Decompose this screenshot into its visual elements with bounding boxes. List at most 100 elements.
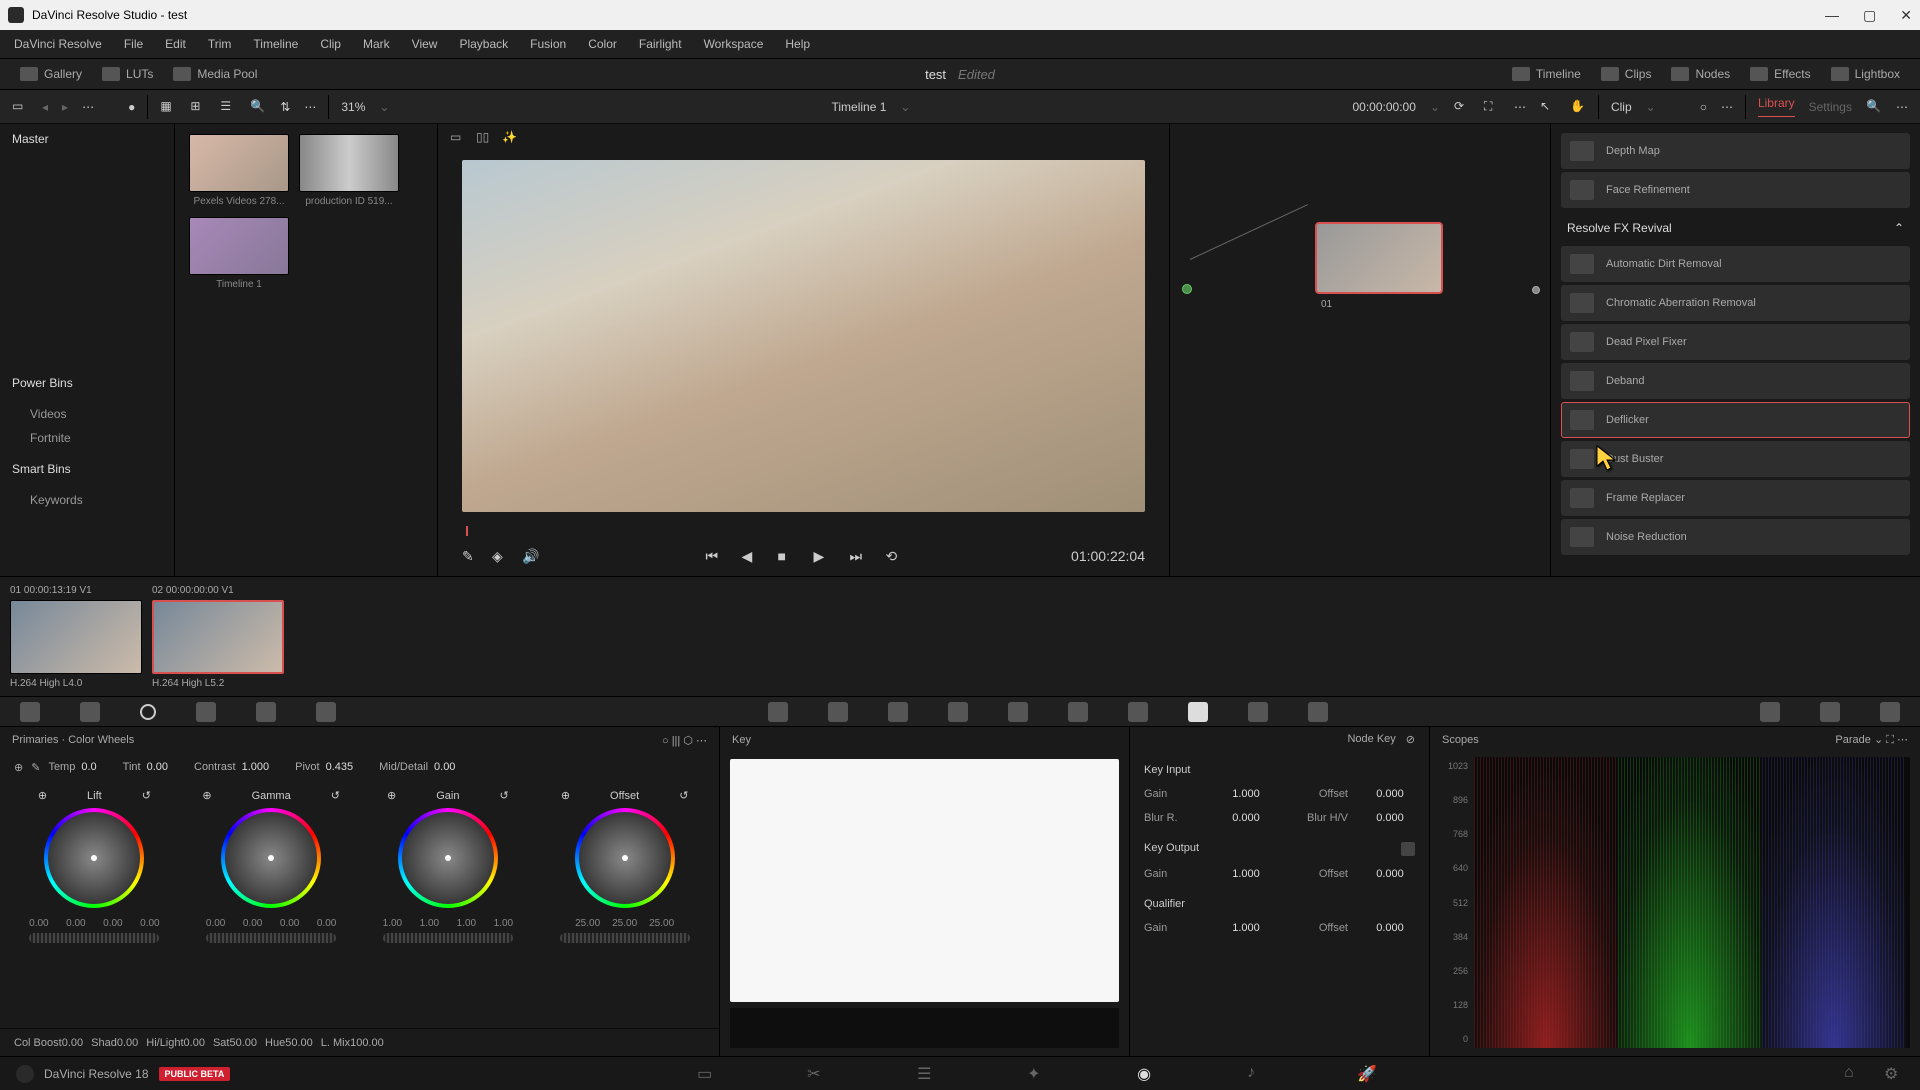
motion-icon[interactable] [316, 702, 336, 722]
sync-icon[interactable]: ⟳ [1454, 99, 1470, 115]
pick-icon[interactable]: ⊕ [387, 789, 396, 802]
scrubber[interactable] [462, 520, 1145, 536]
pick-icon[interactable]: ⊕ [202, 789, 211, 802]
fx-item[interactable]: Automatic Dirt Removal [1561, 246, 1910, 282]
yrgb-value[interactable]: 1.00 [450, 918, 482, 929]
menu-item[interactable]: Trim [208, 37, 232, 51]
expand-icon[interactable]: ⛶ [1886, 734, 1894, 746]
mute-icon[interactable]: 🔊 [522, 548, 538, 564]
wand-icon[interactable]: ✨ [502, 130, 518, 146]
input-node[interactable] [1182, 284, 1192, 294]
fusion-page-icon[interactable]: ✦ [1027, 1064, 1047, 1084]
yrgb-value[interactable]: 1.00 [413, 918, 445, 929]
rgb-mixer-icon[interactable] [256, 702, 276, 722]
menu-item[interactable]: Playback [459, 37, 508, 51]
fx-item[interactable]: Deband [1561, 363, 1910, 399]
magic-mask-icon[interactable] [1068, 702, 1088, 722]
options-icon[interactable]: ⋯ [1721, 100, 1733, 114]
adj-value[interactable]: 0.00 [184, 1037, 205, 1049]
thumb-view-icon[interactable]: ▦ [160, 99, 176, 115]
timeline-button[interactable]: Timeline [1502, 63, 1591, 85]
menu-item[interactable]: View [412, 37, 438, 51]
split-icon[interactable]: ▯▯ [476, 130, 492, 146]
prev-frame-button[interactable]: ◀ [742, 548, 758, 564]
gallery-button[interactable]: Gallery [10, 63, 92, 85]
fx-item[interactable]: Chromatic Aberration Removal [1561, 285, 1910, 321]
color-page-icon[interactable]: ◉ [1137, 1064, 1157, 1084]
reset-icon[interactable]: ↺ [500, 789, 509, 802]
menu-item[interactable]: Timeline [253, 37, 298, 51]
library-tab[interactable]: Library [1758, 96, 1795, 117]
bars-mode-icon[interactable]: ||| [672, 735, 681, 747]
jog-wheel[interactable] [206, 933, 336, 943]
adj-value[interactable]: 50.00 [229, 1037, 257, 1049]
fx-item[interactable]: Dead Pixel Fixer [1561, 324, 1910, 360]
curves-icon[interactable] [768, 702, 788, 722]
menu-item[interactable]: Edit [165, 37, 186, 51]
media-thumb[interactable]: production ID 519... [299, 134, 399, 207]
adj-value[interactable]: 0.00 [147, 761, 168, 773]
yrgb-value[interactable]: 0.00 [200, 918, 232, 929]
adj-value[interactable]: 0.435 [326, 761, 354, 773]
bin-item[interactable]: Fortnite [0, 426, 174, 450]
tracking-icon[interactable] [1008, 702, 1028, 722]
reset-icon[interactable]: ↺ [331, 789, 340, 802]
settings-icon[interactable]: ⚙ [1884, 1064, 1904, 1084]
maximize-button[interactable]: ▢ [1863, 7, 1876, 24]
3d-icon[interactable] [1308, 702, 1328, 722]
jog-wheel[interactable] [383, 933, 513, 943]
wheel-mode-icon[interactable]: ○ [662, 735, 669, 747]
parade-scope[interactable] [1474, 757, 1910, 1048]
scopes-icon[interactable] [1820, 702, 1840, 722]
options-icon[interactable]: ⋯ [1514, 100, 1526, 114]
loop-button[interactable]: ⟲ [886, 548, 902, 564]
edit-page-icon[interactable]: ☰ [917, 1064, 937, 1084]
hdr-icon[interactable] [196, 702, 216, 722]
zoom-level[interactable]: 31% [341, 100, 365, 114]
cut-page-icon[interactable]: ✂ [807, 1064, 827, 1084]
fx-item[interactable]: Face Refinement [1561, 172, 1910, 208]
clips-button[interactable]: Clips [1591, 63, 1662, 85]
viewer-timecode[interactable]: 01:00:22:04 [1071, 548, 1145, 564]
yrgb-value[interactable]: 25.00 [646, 918, 678, 929]
menu-item[interactable]: Workspace [704, 37, 764, 51]
gain-value[interactable]: 1.000 [1221, 868, 1271, 880]
picker-icon[interactable]: ✎ [462, 548, 478, 564]
corrector-node[interactable]: 01 [1315, 222, 1443, 294]
fx-item[interactable]: Depth Map [1561, 133, 1910, 169]
media-thumb[interactable]: Timeline 1 [189, 217, 289, 290]
yrgb-value[interactable]: 0.00 [311, 918, 343, 929]
sort-icon[interactable]: ⇅ [280, 100, 290, 114]
reset-icon[interactable]: ↺ [142, 789, 151, 802]
minimize-button[interactable]: — [1825, 7, 1839, 24]
adj-value[interactable]: 0.00 [117, 1037, 138, 1049]
adj-value[interactable]: 0.0 [81, 761, 96, 773]
fx-item[interactable]: Frame Replacer [1561, 480, 1910, 516]
menu-item[interactable]: Color [588, 37, 617, 51]
menu-item[interactable]: DaVinci Resolve [14, 37, 102, 51]
menu-item[interactable]: Fusion [530, 37, 566, 51]
picker-icon[interactable]: ✎ [31, 761, 40, 774]
log-mode-icon[interactable]: ⬡ [683, 735, 693, 747]
hand-icon[interactable]: ✋ [1570, 99, 1586, 115]
list-view-icon[interactable]: ☰ [220, 99, 236, 115]
luts-button[interactable]: LUTs [92, 63, 163, 85]
expand-icon[interactable]: ⛶ [1484, 99, 1500, 115]
deliver-page-icon[interactable]: 🚀 [1357, 1064, 1377, 1084]
search-icon[interactable]: 🔍 [1866, 99, 1882, 115]
reset-icon[interactable]: ↺ [679, 789, 688, 802]
adj-value[interactable]: 0.00 [62, 1037, 83, 1049]
jog-wheel[interactable] [29, 933, 159, 943]
fairlight-page-icon[interactable]: ♪ [1247, 1064, 1267, 1084]
stop-button[interactable]: ■ [778, 548, 794, 564]
nodes-button[interactable]: Nodes [1661, 63, 1740, 85]
pick-icon[interactable]: ⊕ [561, 789, 570, 802]
fx-item[interactable]: Deflicker [1561, 402, 1910, 438]
keyframe-icon[interactable] [1760, 702, 1780, 722]
menu-item[interactable]: File [124, 37, 143, 51]
yrgb-value[interactable]: 25.00 [609, 918, 641, 929]
bin-item[interactable]: Keywords [0, 488, 174, 512]
yrgb-value[interactable]: 1.00 [376, 918, 408, 929]
gain-value[interactable]: 1.000 [1221, 788, 1271, 800]
menu-item[interactable]: Mark [363, 37, 390, 51]
